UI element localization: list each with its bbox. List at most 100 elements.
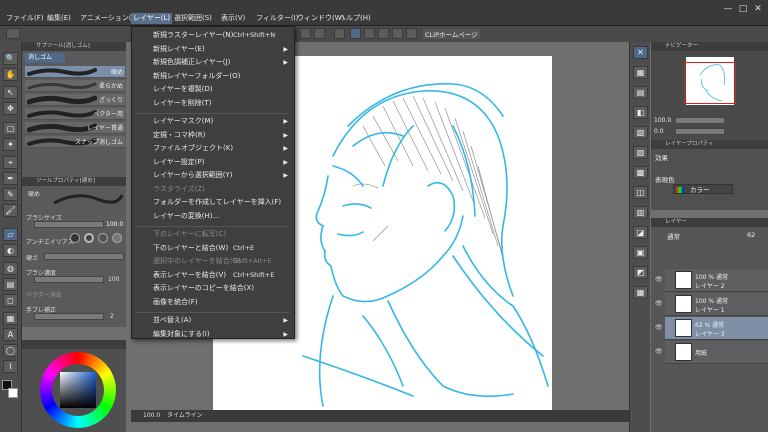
pencil-icon[interactable]: ✎ (3, 188, 18, 201)
menu-layer[interactable]: レイヤー(L) (131, 13, 173, 24)
figure-icon[interactable]: ◻ (3, 294, 18, 307)
layer-menu-item[interactable]: ファイルオブジェクト(K) ▶ (132, 143, 294, 154)
eye-icon[interactable]: 👁 (655, 324, 663, 332)
layer-menu-item[interactable]: 新規色調補正レイヤー(J) ▶ (132, 57, 294, 68)
maximize-icon[interactable]: □ (737, 4, 749, 15)
clip-homepage-button[interactable]: CLIPホームページ (423, 29, 480, 39)
toolbar-button[interactable] (314, 28, 325, 39)
navigator-viewport[interactable] (684, 62, 736, 104)
stabilization-slider[interactable] (34, 313, 104, 320)
material-icon[interactable]: ◩ (633, 266, 648, 279)
brush-item[interactable]: スナップ消しゴム (25, 136, 125, 148)
angle-slider[interactable] (675, 128, 725, 135)
material-icon[interactable]: ◫ (633, 186, 648, 199)
opacity-value[interactable]: 62 (747, 231, 755, 239)
eyedropper-icon[interactable]: ⌖ (3, 156, 18, 169)
layer-menu-item[interactable]: レイヤーマスク(M) ▶ (132, 116, 294, 127)
density-slider[interactable] (34, 276, 104, 283)
layer-menu-item[interactable]: 下のレイヤーと結合(W) Ctrl+E (132, 243, 294, 254)
eye-icon[interactable]: 👁 (655, 276, 663, 284)
display-color-select[interactable]: カラー (673, 184, 733, 194)
layer-row[interactable]: 👁 用紙 (655, 341, 768, 364)
material-icon[interactable]: ▥ (633, 206, 648, 219)
balloon-icon[interactable]: ◯ (3, 344, 18, 357)
move-icon[interactable]: ✥ (3, 102, 18, 115)
line-correction-icon[interactable]: ⌇ (3, 360, 18, 373)
material-icon[interactable]: ▣ (633, 246, 648, 259)
layer-menu-item[interactable]: 表示レイヤーを結合(V) Ctrl+Shift+E (132, 270, 294, 281)
layer-menu-item[interactable]: 定規・コマ枠(R) ▶ (132, 130, 294, 141)
zoom-icon[interactable]: 🔍 (3, 52, 18, 65)
material-icon[interactable]: ▩ (633, 166, 648, 179)
layer-menu-item[interactable]: 画像を統合(F) (132, 297, 294, 308)
layer-menu-item[interactable]: レイヤー設定(P) ▶ (132, 157, 294, 168)
auto-select-icon[interactable]: ✦ (3, 138, 18, 151)
timeline-tab[interactable]: タイムライン (167, 410, 203, 422)
eye-icon[interactable]: 👁 (655, 300, 663, 308)
layer-menu-item[interactable]: レイヤーを複製(D) (132, 84, 294, 95)
toolbar-button[interactable] (364, 28, 375, 39)
hand-icon[interactable]: ✋ (3, 68, 18, 81)
operation-icon[interactable]: ↖ (3, 86, 18, 99)
antialias-options[interactable] (70, 233, 124, 243)
minimize-icon[interactable]: — (722, 4, 734, 15)
menu-filter[interactable]: フィルター(I) (254, 13, 300, 24)
layer-row[interactable]: 👁 100 % 通常 レイヤー 2 (655, 269, 768, 292)
text-icon[interactable]: A (3, 328, 18, 341)
toolbar-button[interactable] (6, 28, 20, 39)
ruler-snap-icon[interactable] (350, 28, 361, 39)
layer-menu-item[interactable]: 編集対象にする(I) ▶ (132, 329, 294, 340)
eye-icon[interactable]: 👁 (655, 348, 663, 356)
toolbar-button[interactable] (406, 28, 417, 39)
close-panel-icon[interactable]: ✕ (633, 46, 648, 59)
menu-view[interactable]: 表示(V) (219, 13, 247, 24)
material-icon[interactable]: ▧ (633, 126, 648, 139)
menu-edit[interactable]: 編集(E) (45, 13, 73, 24)
pen-icon[interactable]: ✒ (3, 172, 18, 185)
selection-icon[interactable]: ▢ (3, 122, 18, 135)
layer-menu-item[interactable]: 表示レイヤーのコピーを結合(X) (132, 283, 294, 294)
toolbar-button[interactable] (378, 28, 389, 39)
layer-menu-item[interactable]: 並べ替え(A) ▶ (132, 315, 294, 326)
fill-icon[interactable]: ◍ (3, 262, 18, 275)
blend-mode-select[interactable]: 通常 (667, 231, 680, 241)
gradient-icon[interactable]: ▤ (3, 278, 18, 291)
toolbar-button[interactable] (392, 28, 403, 39)
menu-file[interactable]: ファイル(F) (4, 13, 46, 24)
layer-menu-item[interactable]: 新規ラスターレイヤー(N) Ctrl+Shift+N (132, 30, 294, 41)
layer-row[interactable]: 👁 100 % 通常 レイヤー 1 (655, 293, 768, 316)
layer-menu-item[interactable]: 新規レイヤーフォルダー(O) (132, 71, 294, 82)
sub-color-swatch[interactable] (8, 388, 18, 398)
eraser-icon[interactable]: ▱ (3, 228, 18, 241)
brush-icon[interactable]: 🖌 (3, 204, 18, 217)
layer-menu-item[interactable]: レイヤーを削除(T) (132, 98, 294, 109)
brush-item[interactable]: レイヤー貫通 (25, 122, 125, 134)
tab-eraser[interactable]: 消しゴム (25, 53, 65, 63)
material-icon[interactable]: ▤ (633, 86, 648, 99)
layer-row[interactable]: 👁 62 % 通常 レイヤー 3 (655, 317, 768, 340)
hardness-slider[interactable] (44, 253, 124, 260)
brush-size-slider[interactable] (34, 221, 104, 228)
frame-icon[interactable]: ▦ (3, 312, 18, 325)
layer-menu-item[interactable]: 新規レイヤー(E) ▶ (132, 44, 294, 55)
saturation-value-square[interactable] (60, 372, 96, 408)
menu-help[interactable]: ヘルプ(H) (337, 13, 373, 24)
close-icon[interactable]: ✕ (752, 4, 764, 15)
material-icon[interactable]: ▨ (633, 146, 648, 159)
toolbar-button[interactable] (300, 28, 311, 39)
blend-icon[interactable]: ◐ (3, 244, 18, 257)
brush-item[interactable]: ベクター用 (25, 108, 125, 120)
material-icon[interactable]: ◧ (633, 106, 648, 119)
layer-menu-item[interactable]: レイヤーから選択範囲(Y) ▶ (132, 170, 294, 181)
brush-item[interactable]: ざっくり (25, 94, 125, 106)
material-icon[interactable]: ◪ (633, 226, 648, 239)
layer-menu-item[interactable]: フォルダーを作成してレイヤーを挿入(F) (132, 197, 294, 208)
zoom-slider[interactable] (675, 117, 725, 124)
layer-menu-item[interactable]: レイヤーの変換(H)... (132, 211, 294, 222)
brush-item[interactable]: 柔らかめ (25, 80, 125, 92)
material-icon[interactable]: ▦ (633, 286, 648, 299)
material-icon[interactable]: ▦ (633, 66, 648, 79)
menu-selection[interactable]: 選択範囲(S) (172, 13, 214, 24)
brush-item[interactable]: 硬め (25, 66, 125, 78)
toolbar-button[interactable] (334, 28, 345, 39)
